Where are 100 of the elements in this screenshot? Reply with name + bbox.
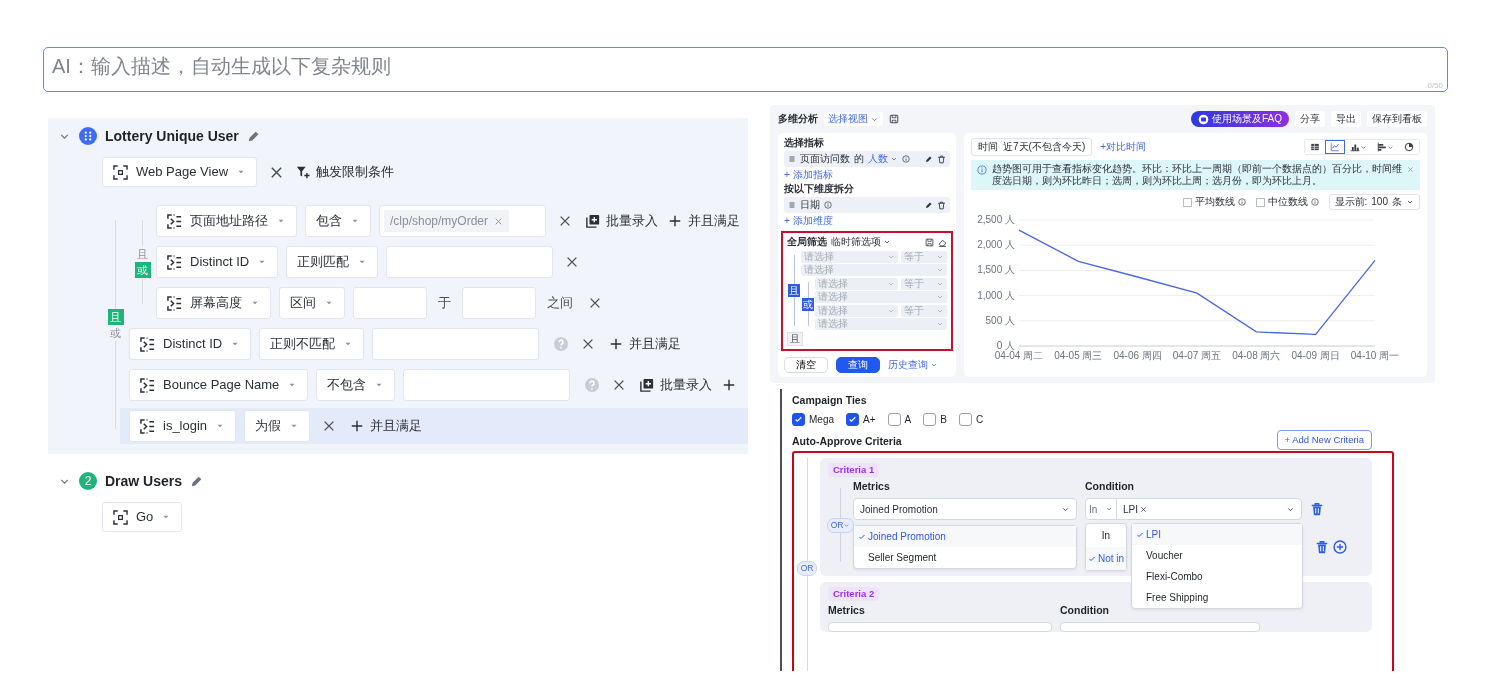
metric-item[interactable]: 页面访问数 的 人数	[784, 151, 950, 167]
tag-remove-icon[interactable]	[494, 216, 504, 226]
operator-select[interactable]: 正则匹配	[286, 246, 379, 278]
checkbox-label: 平均数线	[1194, 196, 1235, 208]
value-input[interactable]	[386, 246, 554, 278]
checkbox[interactable]	[1255, 197, 1265, 207]
checkbox[interactable]	[887, 412, 901, 426]
time-range-field[interactable]: 时间 近7天(不包含今天)	[971, 138, 1093, 156]
history-link[interactable]: 历史查询	[888, 358, 938, 372]
add-condition-button[interactable]: 并且满足	[350, 416, 423, 436]
axis-label: 04-08 周六	[1232, 350, 1281, 361]
drag-handle-icon[interactable]	[788, 155, 796, 163]
operator-select[interactable]: 区间	[279, 287, 345, 319]
value-select[interactable]: LPI	[1116, 498, 1302, 520]
add-logic-button[interactable]: 且	[787, 332, 803, 346]
measure-select[interactable]: 人数	[868, 153, 898, 165]
toolbar-button[interactable]: 导出	[1331, 111, 1361, 127]
add-condition-button[interactable]: 并且满足	[668, 211, 740, 231]
remove-icon[interactable]	[588, 296, 602, 310]
check-icon	[794, 414, 803, 424]
logic-badge[interactable]: 且	[788, 284, 800, 297]
logic-select[interactable]: OR	[826, 517, 855, 533]
view-select[interactable]: 选择视图	[824, 112, 883, 126]
add-criteria-button[interactable]: + Add New Criteria	[1276, 429, 1372, 450]
save-icon[interactable]	[925, 237, 934, 247]
remove-icon[interactable]	[558, 214, 572, 228]
menu-option[interactable]: In	[1086, 524, 1126, 547]
operator-select[interactable]: In	[1085, 498, 1117, 520]
event-select[interactable]: Web Page View	[102, 157, 258, 187]
property-select[interactable]: Distinct ID	[129, 328, 252, 360]
menu-option[interactable]: Voucher	[1132, 545, 1302, 566]
chevron-icon	[843, 521, 851, 529]
operator-select[interactable]: 正则不匹配	[259, 328, 365, 360]
joiner-text: 的	[854, 153, 864, 165]
property-select[interactable]: is_login	[129, 410, 237, 442]
delete-icon[interactable]	[937, 200, 946, 210]
delete-icon[interactable]	[1315, 540, 1329, 554]
faq-button[interactable]: 使用场景及FAQ	[1191, 111, 1289, 127]
toolbar-button[interactable]: 分享	[1295, 111, 1325, 127]
add-condition-button[interactable]	[722, 378, 737, 392]
checkbox[interactable]	[792, 412, 805, 426]
checkbox-label: C	[975, 412, 984, 427]
metric-select[interactable]: Joined Promotion	[853, 498, 1077, 520]
range-label: 之间	[547, 294, 573, 313]
checkbox-label: A+	[863, 412, 876, 427]
axis-label: 04-06 周四	[1113, 350, 1162, 361]
menu-option[interactable]: Joined Promotion	[854, 526, 1076, 547]
filter-mode-select[interactable]: 临时筛选项	[831, 236, 891, 248]
tag-remove-icon[interactable]	[1140, 505, 1147, 513]
filter-plus-icon	[296, 165, 311, 179]
bulk-entry-button[interactable]: 批量录入	[640, 375, 713, 395]
delete-icon[interactable]	[1310, 502, 1324, 516]
toolbar-button[interactable]: 保存到看板	[1367, 111, 1427, 127]
value-input[interactable]	[372, 328, 540, 360]
logic-badge[interactable]: 或	[802, 297, 814, 311]
edit-icon[interactable]	[925, 155, 933, 163]
event-select[interactable]: Go	[102, 502, 183, 532]
field-label: Condition	[1085, 479, 1134, 495]
menu-option[interactable]: Free Shipping	[1132, 587, 1302, 608]
property-select[interactable]: 页面地址路径	[156, 205, 297, 237]
add-dimension-link[interactable]: + 添加维度	[784, 215, 950, 227]
operator-select[interactable]: 为假	[244, 410, 311, 442]
property-select[interactable]: 屏幕高度	[156, 287, 271, 319]
add-circle-icon[interactable]	[1333, 540, 1347, 554]
check-icon	[1088, 555, 1096, 564]
operator-select[interactable]: 不包含	[316, 369, 396, 401]
checkbox[interactable]	[1182, 197, 1192, 207]
operator-select[interactable]: 包含	[305, 205, 371, 237]
checkbox[interactable]	[958, 412, 972, 426]
value-input[interactable]	[353, 287, 427, 319]
dimension-item[interactable]: 日期	[784, 197, 950, 213]
clear-button[interactable]: 清空	[784, 357, 828, 373]
checkbox[interactable]	[923, 412, 937, 426]
axis-label: 1,000 人	[977, 289, 1015, 301]
chevron-icon	[930, 361, 938, 369]
bulk-entry-button[interactable]: 批量录入	[586, 211, 658, 231]
property-select[interactable]: Distinct ID	[156, 246, 279, 278]
compare-time-link[interactable]: +对比时间	[1100, 141, 1147, 153]
menu-option[interactable]: Not in	[1086, 547, 1126, 570]
trigger-condition-button[interactable]: 触发限制条件	[296, 162, 395, 182]
property-select[interactable]: Bounce Page Name	[129, 369, 309, 401]
logic-badge[interactable]: OR	[796, 561, 818, 576]
top-n-select[interactable]: 显示前: 100 条	[1328, 194, 1420, 210]
save-icon[interactable]	[889, 114, 899, 124]
chart-type-button[interactable]	[1325, 140, 1345, 154]
checkbox[interactable]	[846, 412, 859, 426]
menu-option[interactable]: Flexi-Combo	[1132, 566, 1302, 587]
add-metric-link[interactable]: + 添加指标	[784, 169, 950, 181]
query-button[interactable]: 查询	[836, 357, 880, 373]
menu-option[interactable]: LPI	[1132, 524, 1302, 545]
value-input[interactable]	[462, 287, 536, 319]
edit-icon[interactable]	[925, 201, 933, 209]
axis-label: 04-10 周一	[1350, 350, 1400, 361]
drag-handle-icon[interactable]	[788, 201, 796, 209]
add-condition-button[interactable]: 并且满足	[609, 334, 682, 354]
eraser-icon[interactable]	[938, 237, 947, 247]
remove-icon[interactable]	[269, 164, 285, 180]
menu-option[interactable]: Seller Segment	[854, 547, 1076, 568]
delete-icon[interactable]	[937, 154, 946, 164]
value-input[interactable]	[403, 369, 571, 401]
